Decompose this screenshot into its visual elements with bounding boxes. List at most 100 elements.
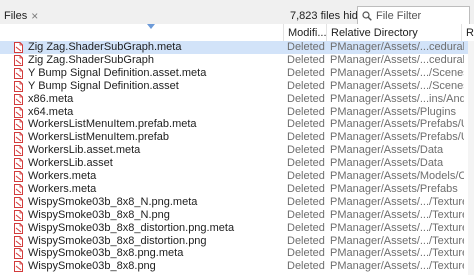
file-name: WispySmoke03b_8x8_distortion.png	[28, 234, 207, 247]
file-relative-directory: PManager/Assets/.../Textures/Smoke	[330, 221, 464, 234]
file-status: Deleted	[287, 53, 325, 66]
file-relative-directory: PManager/Assets/.../Textures/Smoke	[330, 260, 464, 273]
file-relative-directory: PManager/Assets/.../Textures/Smoke	[330, 234, 464, 247]
file-relative-directory: PManager/Assets/.../Scenes/Impulse	[330, 79, 464, 92]
file-name: Y Bump Signal Definition.asset.meta	[28, 66, 207, 79]
file-filter-input[interactable]	[376, 10, 466, 22]
column-header-name[interactable]	[0, 24, 283, 42]
file-name: Workers.meta	[28, 170, 97, 182]
file-row[interactable]: WispySmoke03b_8x8.png Deleted PManager/Ass…	[0, 260, 474, 273]
file-row[interactable]: x64.meta Deleted PManager/Assets/Plugins	[0, 106, 474, 119]
file-relative-directory: PManager/Assets/Data	[330, 157, 444, 170]
file-relative-directory: PManager/Assets/Plugins	[330, 105, 456, 118]
file-filter-box[interactable]	[357, 6, 470, 26]
file-row[interactable]: WorkersListMenuItem.prefab Deleted PManage…	[0, 131, 474, 144]
file-status: Deleted	[287, 260, 325, 273]
file-status: Deleted	[287, 234, 325, 247]
column-header-modified[interactable]: Modifi...	[283, 24, 326, 42]
sort-descending-icon	[147, 24, 155, 29]
file-row[interactable]: Y Bump Signal Definition.asset Deleted PMa…	[0, 80, 474, 93]
file-status: Deleted	[287, 208, 325, 221]
file-relative-directory: PManager/Assets/.../Scenes/Impulse	[330, 66, 464, 79]
file-relative-directory: PManager/Assets/...cedural Patterns	[330, 53, 464, 66]
file-status: Deleted	[287, 79, 325, 92]
file-status: Deleted	[287, 182, 325, 195]
file-status: Deleted	[287, 247, 325, 260]
file-row[interactable]: Workers.meta Deleted PManager/Assets/Model…	[0, 170, 474, 183]
file-name: WispySmoke03b_8x8.png.meta	[28, 247, 184, 260]
file-row[interactable]: WorkersLib.asset Deleted PManager/Assets/D…	[0, 157, 474, 170]
deleted-file-icon	[14, 119, 23, 131]
deleted-file-icon	[14, 54, 23, 66]
deleted-file-icon	[14, 209, 23, 221]
file-row[interactable]: WispySmoke03b_8x8_N.png.meta Deleted PMana…	[0, 196, 474, 209]
file-relative-directory: PManager/Assets/Models/Characters	[330, 170, 464, 182]
file-relative-directory: PManager/Assets/.../Textures/Smoke	[330, 208, 464, 221]
file-row[interactable]: WispySmoke03b_8x8_distortion.png.meta Del…	[0, 222, 474, 235]
deleted-file-icon	[14, 235, 23, 247]
file-status: Deleted	[287, 118, 325, 131]
file-row[interactable]: x86.meta Deleted PManager/Assets/...ins/An…	[0, 93, 474, 106]
file-status: Deleted	[287, 92, 325, 105]
deleted-file-icon	[14, 171, 23, 182]
file-status: Deleted	[287, 41, 325, 53]
file-relative-directory: PManager/Assets/...cedural Patterns	[330, 41, 464, 53]
file-status: Deleted	[287, 105, 325, 118]
file-name: x86.meta	[28, 92, 74, 105]
file-row[interactable]: Zig Zag.ShaderSubGraph Deleted PManager/As…	[0, 54, 474, 67]
deleted-file-icon	[14, 106, 23, 118]
file-name: Zig Zag.ShaderSubGraph	[28, 53, 154, 66]
deleted-file-icon	[14, 145, 23, 157]
file-row[interactable]: WispySmoke03b_8x8_distortion.png Deleted P…	[0, 235, 474, 248]
file-name: WorkersLib.asset	[28, 157, 113, 170]
file-row[interactable]: Workers.meta Deleted PManager/Assets/Prefa…	[0, 183, 474, 196]
column-header-row: Modifi... Relative Directory Re	[0, 24, 474, 42]
file-relative-directory: PManager/Assets/.../Textures/Smoke	[330, 195, 464, 208]
column-header-extra[interactable]: Re	[461, 24, 474, 42]
file-status: Deleted	[287, 170, 325, 182]
file-row[interactable]: WispySmoke03b_8x8_N.png Deleted PManager/A…	[0, 209, 474, 222]
search-icon	[362, 11, 372, 21]
deleted-file-icon	[14, 248, 23, 260]
file-name: WorkersListMenuItem.prefab.meta	[28, 118, 197, 131]
file-row[interactable]: WorkersListMenuItem.prefab.meta Deleted PM…	[0, 118, 474, 131]
file-relative-directory: PManager/Assets/Data	[330, 144, 444, 157]
file-name: Zig Zag.ShaderSubGraph.meta	[28, 41, 182, 53]
deleted-file-icon	[14, 261, 23, 273]
file-relative-directory: PManager/Assets/...ins/Android/libs	[330, 92, 464, 105]
file-status: Deleted	[287, 144, 325, 157]
file-status: Deleted	[287, 131, 325, 144]
file-status: Deleted	[287, 195, 325, 208]
close-icon[interactable]: ×	[31, 10, 38, 22]
files-tab-label: Files	[4, 10, 28, 22]
deleted-file-icon	[14, 196, 23, 208]
file-row[interactable]: Zig Zag.ShaderSubGraph.meta Deleted PManag…	[0, 41, 474, 54]
file-name: x64.meta	[28, 105, 74, 118]
file-row[interactable]: WorkersLib.asset.meta Deleted PManager/Ass…	[0, 144, 474, 157]
files-tab[interactable]: Files ×	[4, 6, 38, 26]
file-name: Workers.meta	[28, 182, 97, 195]
deleted-file-icon	[14, 132, 23, 144]
file-name: WispySmoke03b_8x8_N.png.meta	[28, 195, 198, 208]
file-name: WorkersLib.asset.meta	[28, 144, 141, 157]
file-row[interactable]: Y Bump Signal Definition.asset.meta Delet…	[0, 67, 474, 80]
deleted-file-icon	[14, 42, 23, 53]
deleted-file-icon	[14, 93, 23, 105]
deleted-file-icon	[14, 80, 23, 92]
file-status: Deleted	[287, 221, 325, 234]
deleted-file-icon	[14, 183, 23, 195]
deleted-file-icon	[14, 158, 23, 170]
file-relative-directory: PManager/Assets/.../Textures/Smoke	[330, 247, 464, 260]
file-row[interactable]: WispySmoke03b_8x8.png.meta Deleted PManage…	[0, 247, 474, 260]
file-relative-directory: PManager/Assets/Prefabs/UI	[330, 131, 464, 144]
file-name: WispySmoke03b_8x8_N.png	[28, 208, 170, 221]
column-header-relative-directory[interactable]: Relative Directory	[326, 24, 461, 42]
vertical-scrollbar[interactable]	[468, 41, 474, 275]
file-name: WispySmoke03b_8x8_distortion.png.meta	[28, 221, 235, 234]
file-name: WorkersListMenuItem.prefab	[28, 131, 170, 144]
file-name: WispySmoke03b_8x8.png	[28, 260, 156, 273]
file-name: Y Bump Signal Definition.asset	[28, 79, 179, 92]
file-relative-directory: PManager/Assets/Prefabs	[330, 182, 458, 195]
deleted-file-icon	[14, 222, 23, 234]
file-status: Deleted	[287, 157, 325, 170]
